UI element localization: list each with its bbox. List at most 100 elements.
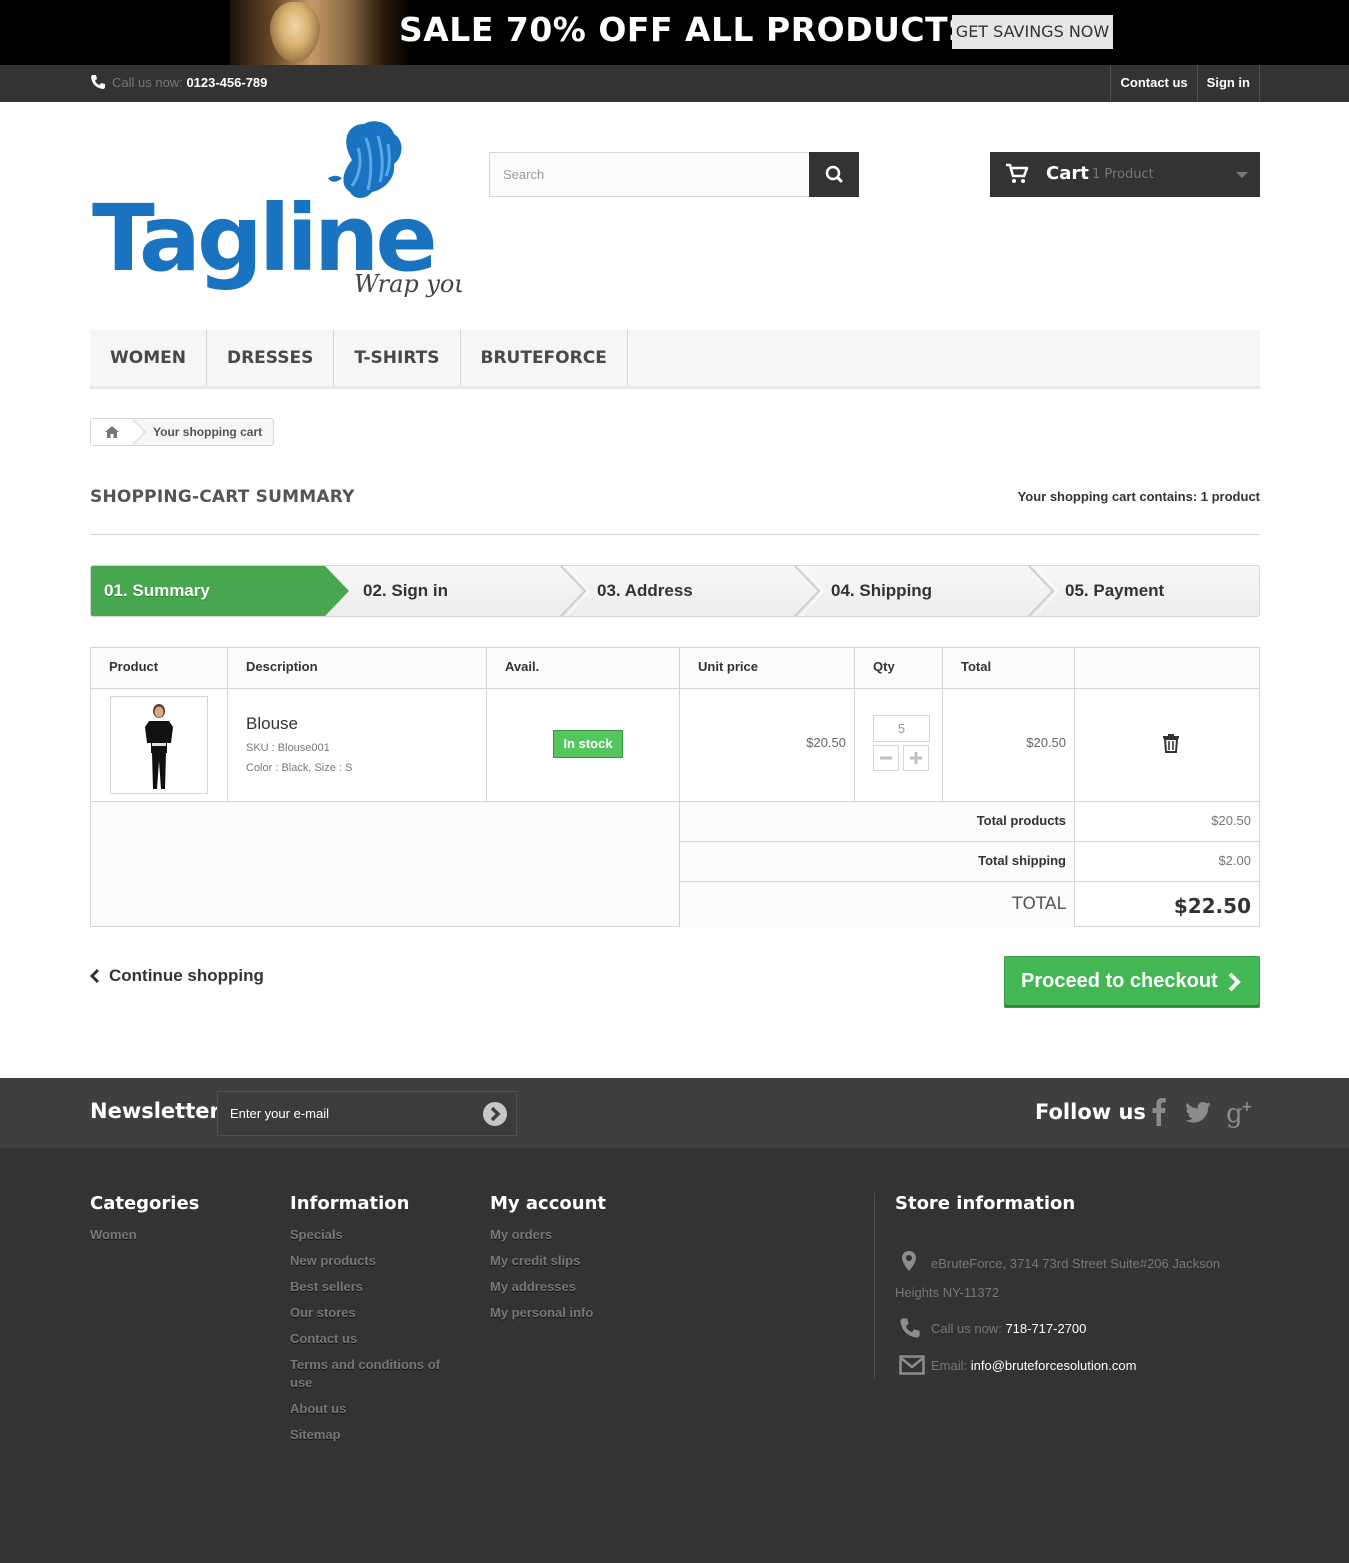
promo-headline: SALE 70% OFF ALL PRODUCTS bbox=[399, 10, 973, 49]
step-sign-in[interactable]: 02. Sign in bbox=[363, 566, 448, 616]
footer-link[interactable]: My credit slips bbox=[490, 1252, 606, 1270]
phone-icon bbox=[899, 1317, 921, 1342]
footer-link[interactable]: Best sellers bbox=[290, 1278, 460, 1296]
menu-item-women[interactable]: WOMEN bbox=[90, 330, 207, 386]
product-sku: SKU : Blouse001 bbox=[246, 742, 330, 754]
proceed-to-checkout-button[interactable]: Proceed to checkout bbox=[1004, 956, 1260, 1008]
search-input[interactable] bbox=[489, 152, 810, 197]
newsletter-submit-button[interactable] bbox=[482, 1101, 508, 1130]
footer-information: Information Specials New products Best s… bbox=[290, 1193, 460, 1452]
breadcrumb-current: Your shopping cart bbox=[153, 425, 263, 439]
shopping-cart-icon bbox=[1005, 163, 1029, 188]
footer-account-title: My account bbox=[490, 1193, 606, 1214]
product-image[interactable] bbox=[110, 696, 208, 794]
footer-link[interactable]: Specials bbox=[290, 1226, 460, 1244]
topbar-phone: Call us now: 0123-456-789 bbox=[90, 74, 267, 90]
contact-us-link[interactable]: Contact us bbox=[1110, 65, 1196, 102]
cart-count: 1 Product bbox=[1092, 167, 1154, 182]
checkout-label: Proceed to checkout bbox=[1021, 970, 1218, 992]
store-phone-number[interactable]: 718-717-2700 bbox=[1005, 1321, 1086, 1336]
main-menu: WOMEN DRESSES T-SHIRTS BRUTEFORCE bbox=[90, 330, 1260, 389]
total-products-label: Total products bbox=[680, 802, 1075, 841]
topbar-links: Contact us Sign in bbox=[1110, 65, 1260, 102]
newsletter-email-input[interactable] bbox=[218, 1092, 478, 1135]
step-address[interactable]: 03. Address bbox=[597, 566, 693, 616]
arrow-circle-right-icon bbox=[483, 1102, 507, 1126]
promo-model-image bbox=[230, 0, 410, 65]
chevron-right-icon bbox=[1228, 972, 1241, 992]
footer-link[interactable]: New products bbox=[290, 1252, 460, 1270]
menu-item-dresses[interactable]: DRESSES bbox=[207, 330, 335, 386]
facebook-icon[interactable] bbox=[1151, 1097, 1167, 1130]
chevron-left-icon bbox=[90, 969, 100, 983]
grand-total-value: $22.50 bbox=[1173, 894, 1251, 918]
col-total: Total bbox=[943, 648, 1075, 688]
footer-categories-title: Categories bbox=[90, 1193, 200, 1214]
total-shipping-label: Total shipping bbox=[680, 842, 1075, 881]
store-email-address[interactable]: info@bruteforcesolution.com bbox=[971, 1358, 1137, 1373]
footer-information-title: Information bbox=[290, 1193, 410, 1214]
search-button[interactable] bbox=[809, 152, 859, 197]
get-savings-button[interactable]: GET SAVINGS NOW bbox=[952, 15, 1113, 49]
footer-link[interactable]: My personal info bbox=[490, 1304, 606, 1322]
quantity-input[interactable] bbox=[873, 715, 930, 742]
footer-account: My account My orders My credit slips My … bbox=[490, 1193, 606, 1330]
cart-dropdown[interactable]: Cart 1 Product bbox=[990, 152, 1260, 197]
store-logo[interactable]: Tagline Wrap you bbox=[90, 120, 470, 305]
row-total: $20.50 bbox=[1026, 735, 1066, 750]
footer-link[interactable]: Our stores bbox=[290, 1304, 460, 1322]
qty-increase-button[interactable] bbox=[903, 745, 929, 771]
phone-icon bbox=[90, 74, 106, 90]
product-name[interactable]: Blouse bbox=[246, 714, 298, 734]
newsletter-bar: Newsletter Follow us g+ bbox=[0, 1078, 1349, 1148]
divider bbox=[90, 534, 1260, 535]
col-description: Description bbox=[228, 648, 487, 688]
minus-icon bbox=[880, 756, 892, 760]
store-phone: Call us now: 718-717-2700 bbox=[931, 1321, 1086, 1336]
footer-link[interactable]: About us bbox=[290, 1400, 460, 1418]
envelope-icon bbox=[899, 1355, 925, 1378]
store-email-label: Email: bbox=[931, 1358, 968, 1373]
home-icon bbox=[105, 426, 119, 438]
footer-link[interactable]: Terms and conditions of use bbox=[290, 1356, 460, 1392]
footer-link[interactable]: Sitemap bbox=[290, 1426, 460, 1444]
col-availability: Avail. bbox=[487, 648, 680, 688]
footer-store-info: Store information eBruteForce, 3714 73rd… bbox=[895, 1193, 1255, 1375]
total-shipping-value: $2.00 bbox=[1218, 853, 1251, 868]
google-plus-icon[interactable]: g + bbox=[1226, 1098, 1256, 1131]
logo-slogan: Wrap you bbox=[354, 270, 462, 298]
call-label: Call us now: bbox=[112, 75, 183, 90]
footer-link[interactable]: Women bbox=[90, 1226, 199, 1244]
footer-link[interactable]: Contact us bbox=[290, 1330, 460, 1348]
footer-divider bbox=[874, 1193, 875, 1378]
col-qty: Qty bbox=[855, 648, 943, 688]
footer-link[interactable]: My orders bbox=[490, 1226, 606, 1244]
step-payment[interactable]: 05. Payment bbox=[1065, 566, 1164, 616]
footer-link[interactable]: My addresses bbox=[490, 1278, 606, 1296]
step-shipping[interactable]: 04. Shipping bbox=[831, 566, 932, 616]
menu-item-tshirts[interactable]: T-SHIRTS bbox=[334, 330, 461, 386]
promo-banner[interactable]: SALE 70% OFF ALL PRODUCTS GET SAVINGS NO… bbox=[0, 0, 1349, 65]
twitter-icon[interactable] bbox=[1185, 1101, 1212, 1126]
breadcrumb-home[interactable] bbox=[91, 419, 133, 445]
trash-icon[interactable] bbox=[1162, 733, 1180, 756]
svg-text:+: + bbox=[1241, 1099, 1253, 1115]
totals-spacer bbox=[91, 802, 680, 926]
store-info-title: Store information bbox=[895, 1193, 1076, 1214]
cart-label: Cart bbox=[1046, 163, 1089, 184]
status-badge: In stock bbox=[553, 730, 623, 758]
col-unit-price: Unit price bbox=[680, 648, 855, 688]
table-row: Blouse SKU : Blouse001 Color : Black, Si… bbox=[91, 689, 1259, 802]
menu-item-bruteforce[interactable]: BRUTEFORCE bbox=[461, 330, 628, 386]
search-icon bbox=[825, 165, 843, 183]
continue-shopping-link[interactable]: Continue shopping bbox=[90, 966, 264, 986]
chevron-down-icon bbox=[1236, 172, 1248, 178]
total-products-value: $20.50 bbox=[1211, 813, 1251, 828]
sign-in-link[interactable]: Sign in bbox=[1196, 65, 1260, 102]
search-form bbox=[489, 152, 859, 197]
qty-decrease-button[interactable] bbox=[873, 745, 899, 771]
page-title: SHOPPING-CART SUMMARY bbox=[90, 487, 355, 507]
col-product: Product bbox=[91, 648, 228, 688]
follow-us-label: Follow us bbox=[1035, 1100, 1146, 1124]
grand-total-label: TOTAL bbox=[680, 882, 1075, 927]
